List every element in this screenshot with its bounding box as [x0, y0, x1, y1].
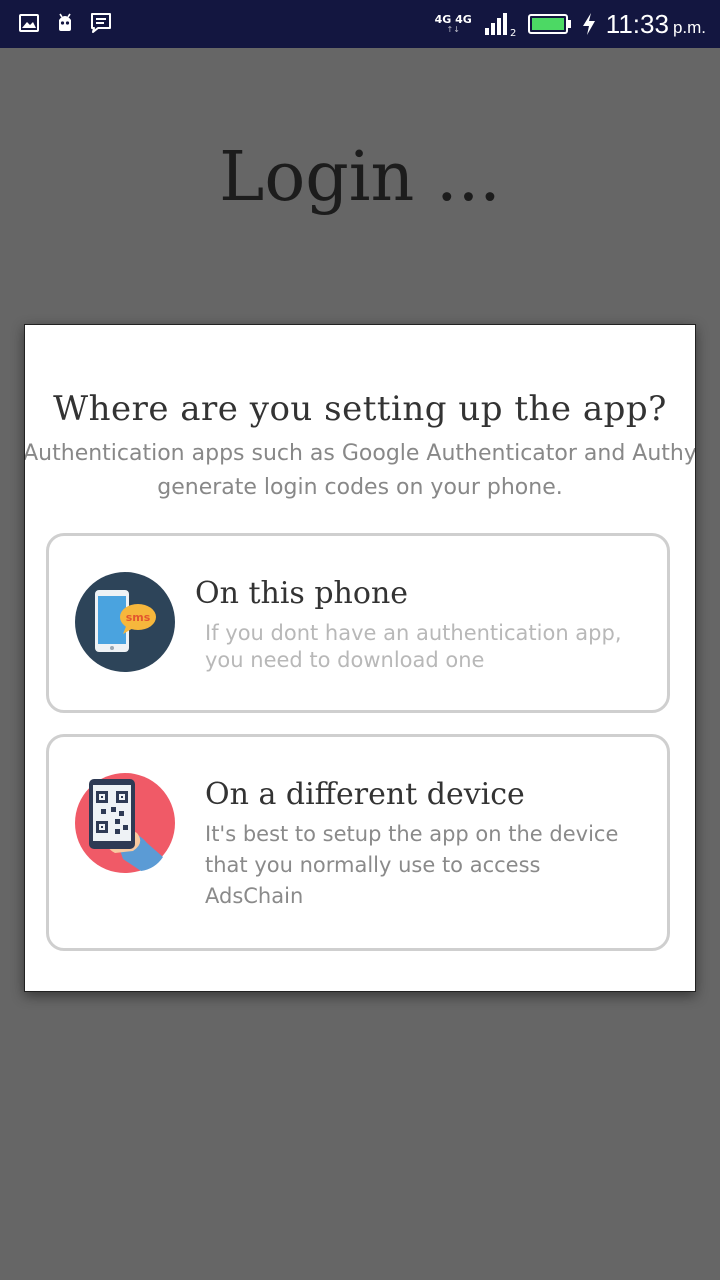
sim-slot-label: 2 [510, 28, 516, 37]
dialog-subtitle-line1: Authentication apps such as Google Authe… [24, 441, 696, 466]
notification-icons [18, 11, 112, 35]
message-icon [91, 13, 111, 33]
battery-icon [527, 14, 571, 34]
system-indicators: 4G 4G ↑↓ 2 11:33 p.m. [435, 0, 706, 48]
option-title: On this phone [195, 576, 409, 611]
clock-ampm: p.m. [672, 17, 706, 37]
dialog-subtitle-line2: generate login codes on your phone. [157, 475, 563, 500]
option-description: It's best to setup the app on the device… [205, 822, 619, 908]
qr-code-hand-icon [75, 773, 175, 873]
clock-time: 11:33 [605, 8, 669, 39]
phone-sms-icon: sms [75, 572, 175, 672]
clock: 11:33 p.m. [606, 9, 706, 40]
network-indicator: 4G 4G ↑↓ [435, 14, 472, 34]
charging-icon [582, 13, 595, 35]
dialog-title: Where are you setting up the app? [53, 389, 667, 429]
svg-text:sms: sms [126, 611, 151, 624]
dialog-subtitle: Authentication apps such as Google Authe… [24, 437, 696, 505]
option-different-device[interactable]: On a different device It's best to setup… [46, 734, 670, 951]
page-title: Login ... [219, 138, 501, 217]
signal-icon: 2 [484, 13, 516, 37]
setup-location-dialog: Where are you setting up the app? Authen… [24, 324, 696, 992]
option-description: If you dont have an authentication app, … [205, 621, 622, 672]
data-arrows-icon: ↑↓ [446, 25, 460, 34]
image-icon [19, 14, 39, 32]
android-icon [59, 13, 71, 31]
option-title: On a different device [205, 777, 525, 812]
network-label: 4G 4G [434, 13, 472, 26]
status-bar: 4G 4G ↑↓ 2 11:33 p.m. [0, 0, 720, 48]
option-this-phone[interactable]: sms On this phone If you dont have an au… [46, 533, 670, 713]
